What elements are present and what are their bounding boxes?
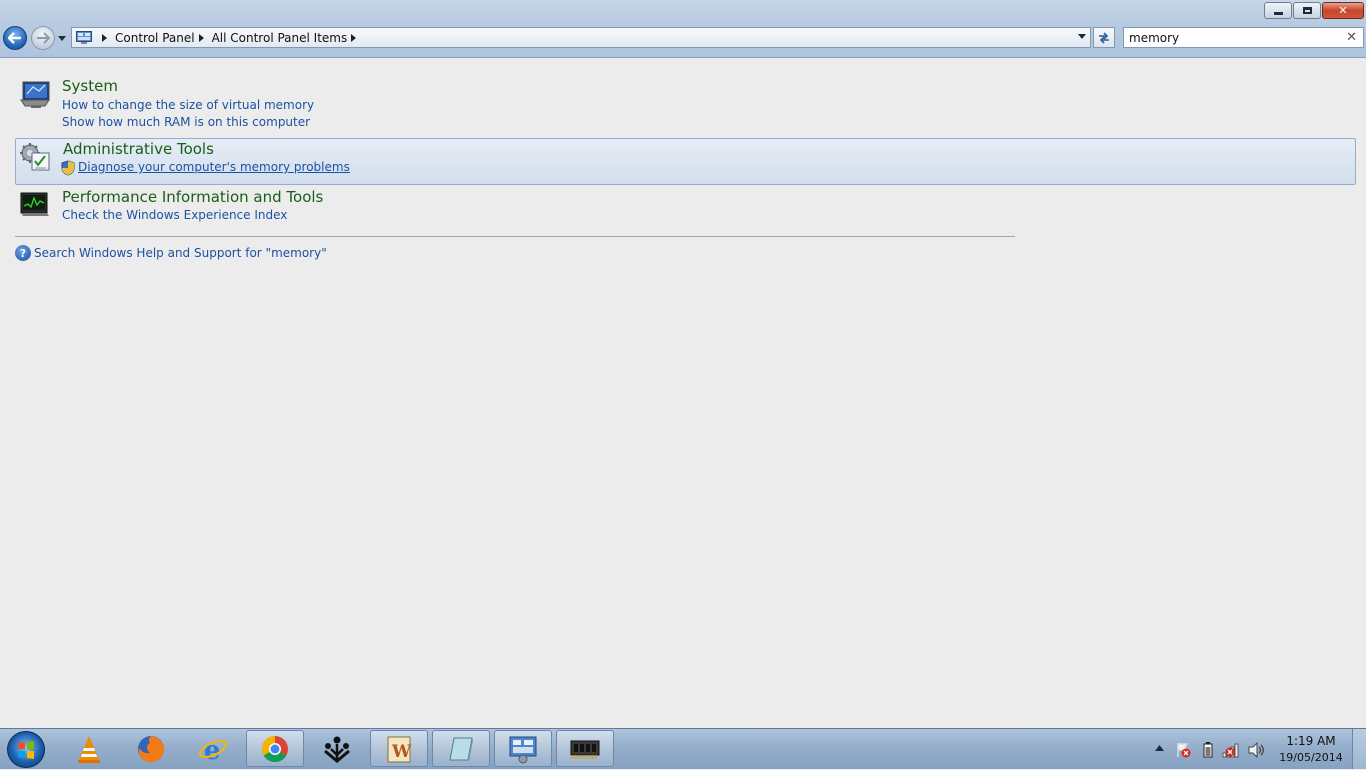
memory-chip-icon [570,740,600,759]
breadcrumb-control-panel[interactable]: Control Panel [115,31,195,45]
minimize-button[interactable] [1264,2,1292,19]
search-box[interactable]: ✕ [1123,27,1364,48]
taskbar-vlc[interactable] [60,730,118,767]
show-desktop-button[interactable] [1352,729,1366,769]
chrome-icon [261,735,288,762]
internet-explorer-icon: e [199,736,227,764]
clear-search-icon[interactable]: ✕ [1346,30,1357,45]
window-chrome: ✕ Control Panel All Control Panel Items … [0,0,1366,58]
taskbar-memory-app[interactable] [556,730,614,767]
breadcrumb-separator-icon[interactable] [198,33,204,42]
back-button[interactable] [3,26,27,50]
taskbar: e W 1:19 AM 19/05/2014 [0,728,1366,769]
breadcrumb-separator-icon[interactable] [351,33,357,42]
recent-pages-button[interactable] [57,33,67,43]
result-title-performance[interactable]: Performance Information and Tools [62,188,323,206]
svg-text:W: W [391,742,412,762]
volume-icon[interactable] [1248,742,1266,758]
refresh-button[interactable] [1093,27,1115,48]
help-search-link[interactable]: ? Search Windows Help and Support for "m… [15,245,327,261]
control-panel-icon [509,736,537,763]
back-arrow-icon [8,32,21,44]
system-monitor-icon [20,81,50,108]
window-controls: ✕ [1263,2,1364,19]
help-icon: ? [15,245,31,261]
close-icon: ✕ [1338,4,1348,17]
chevron-down-icon [58,35,66,41]
network-app-icon [324,736,350,763]
taskbar-control-panel[interactable] [494,730,552,767]
performance-icon [20,192,49,216]
address-dropdown-icon[interactable] [1078,34,1086,39]
search-results-pane: System How to change the size of virtual… [0,58,1366,728]
taskbar-firefox[interactable] [122,730,180,767]
firefox-icon [138,735,165,762]
result-administrative-tools[interactable]: Administrative Tools Diagnose your compu… [15,138,1356,185]
task-windows-experience-index[interactable]: Check the Windows Experience Index [62,208,287,222]
restore-button[interactable] [1293,2,1321,19]
taskbar-chrome[interactable] [246,730,304,767]
taskbar-internet-explorer[interactable]: e [184,730,242,767]
uac-shield-icon [61,160,75,176]
taskbar-notes-app[interactable] [432,730,490,767]
admin-tools-icon [20,143,50,171]
notes-app-icon [449,737,473,761]
word-icon: W [387,736,412,762]
show-hidden-icons-icon[interactable] [1155,745,1164,751]
taskbar-word[interactable]: W [370,730,428,767]
search-input[interactable] [1129,30,1339,45]
breadcrumb-all-items[interactable]: All Control Panel Items [212,31,348,45]
windows-logo-icon [18,741,34,759]
vlc-icon [78,735,100,763]
result-title-administrative-tools[interactable]: Administrative Tools [63,140,214,158]
restore-icon [1302,7,1312,14]
taskbar-network-app[interactable] [308,730,366,767]
refresh-icon [1099,31,1109,44]
forward-button[interactable] [31,26,55,50]
clock-date[interactable]: 19/05/2014 [1278,751,1344,764]
task-virtual-memory[interactable]: How to change the size of virtual memory [62,98,314,112]
task-show-ram[interactable]: Show how much RAM is on this computer [62,115,310,129]
forward-arrow-icon [37,32,50,44]
close-button[interactable]: ✕ [1322,2,1364,19]
result-system: System How to change the size of virtual… [15,76,1356,132]
minimize-icon [1273,11,1283,15]
result-title-system[interactable]: System [62,77,118,95]
task-diagnose-memory[interactable]: Diagnose your computer's memory problems [78,160,350,174]
breadcrumb-separator-icon[interactable] [102,33,107,42]
start-button[interactable] [7,731,45,768]
network-status-icon[interactable] [1222,742,1240,758]
result-performance-information: Performance Information and Tools Check … [15,186,1356,226]
address-bar[interactable]: Control Panel All Control Panel Items [71,27,1091,48]
results-divider [15,236,1015,237]
control-panel-icon [76,30,92,44]
clock-time[interactable]: 1:19 AM [1281,734,1341,748]
help-search-text[interactable]: Search Windows Help and Support for "mem… [34,246,327,260]
battery-icon[interactable] [1202,742,1214,758]
action-center-icon[interactable] [1175,742,1191,758]
